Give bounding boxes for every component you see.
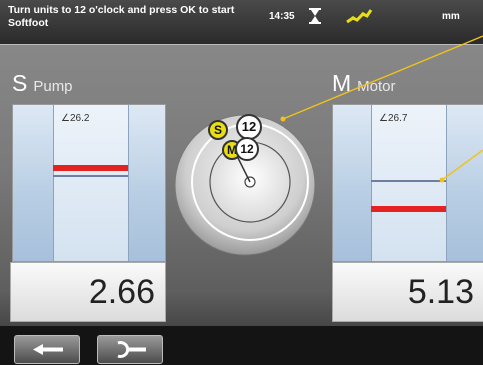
pump-value: 2.66 [88, 273, 155, 311]
softfoot-screen: Turn units to 12 o'clock and press OK to… [0, 0, 483, 365]
ok-button[interactable] [97, 335, 163, 364]
unit-label: mm [442, 11, 460, 22]
pump-angle: ∠26.2 [61, 113, 90, 124]
motor-value-box: 5.13 [332, 262, 483, 322]
motor-reference-line [371, 180, 446, 182]
clock-time: 14:35 [269, 11, 295, 22]
motor-angle: ∠26.7 [379, 113, 408, 124]
pump-gauge: ∠26.2 [12, 104, 166, 262]
dial-twelve-second-label: 12 [235, 137, 259, 161]
pump-red-bar [53, 165, 128, 171]
motor-name: Motor [357, 78, 396, 95]
back-button[interactable] [14, 335, 80, 364]
pump-letter: S [12, 70, 28, 96]
pump-gauge-window [53, 105, 129, 261]
arrow-left-icon [33, 344, 63, 355]
motor-gauge: ∠26.7 [332, 104, 483, 262]
pump-value-box: 2.66 [10, 262, 166, 322]
pump-reference-line [53, 175, 128, 177]
status-bar: Turn units to 12 o'clock and press OK to… [0, 0, 483, 45]
motor-red-bar [371, 206, 446, 212]
motor-value: 5.13 [407, 273, 474, 311]
dial-twelve-label: 12 [236, 114, 262, 140]
pump-title: S Pump [12, 70, 73, 97]
hourglass-icon [309, 8, 321, 24]
confirm-icon [117, 341, 146, 358]
dial-s-marker: S [208, 120, 228, 140]
motor-letter: M [332, 70, 352, 96]
pump-name: Pump [33, 78, 73, 95]
instruction-message: Turn units to 12 o'clock and press OK to… [8, 4, 235, 29]
signal-icon [346, 9, 373, 24]
motor-title: M Motor [332, 70, 396, 97]
motor-gauge-window [371, 105, 447, 261]
